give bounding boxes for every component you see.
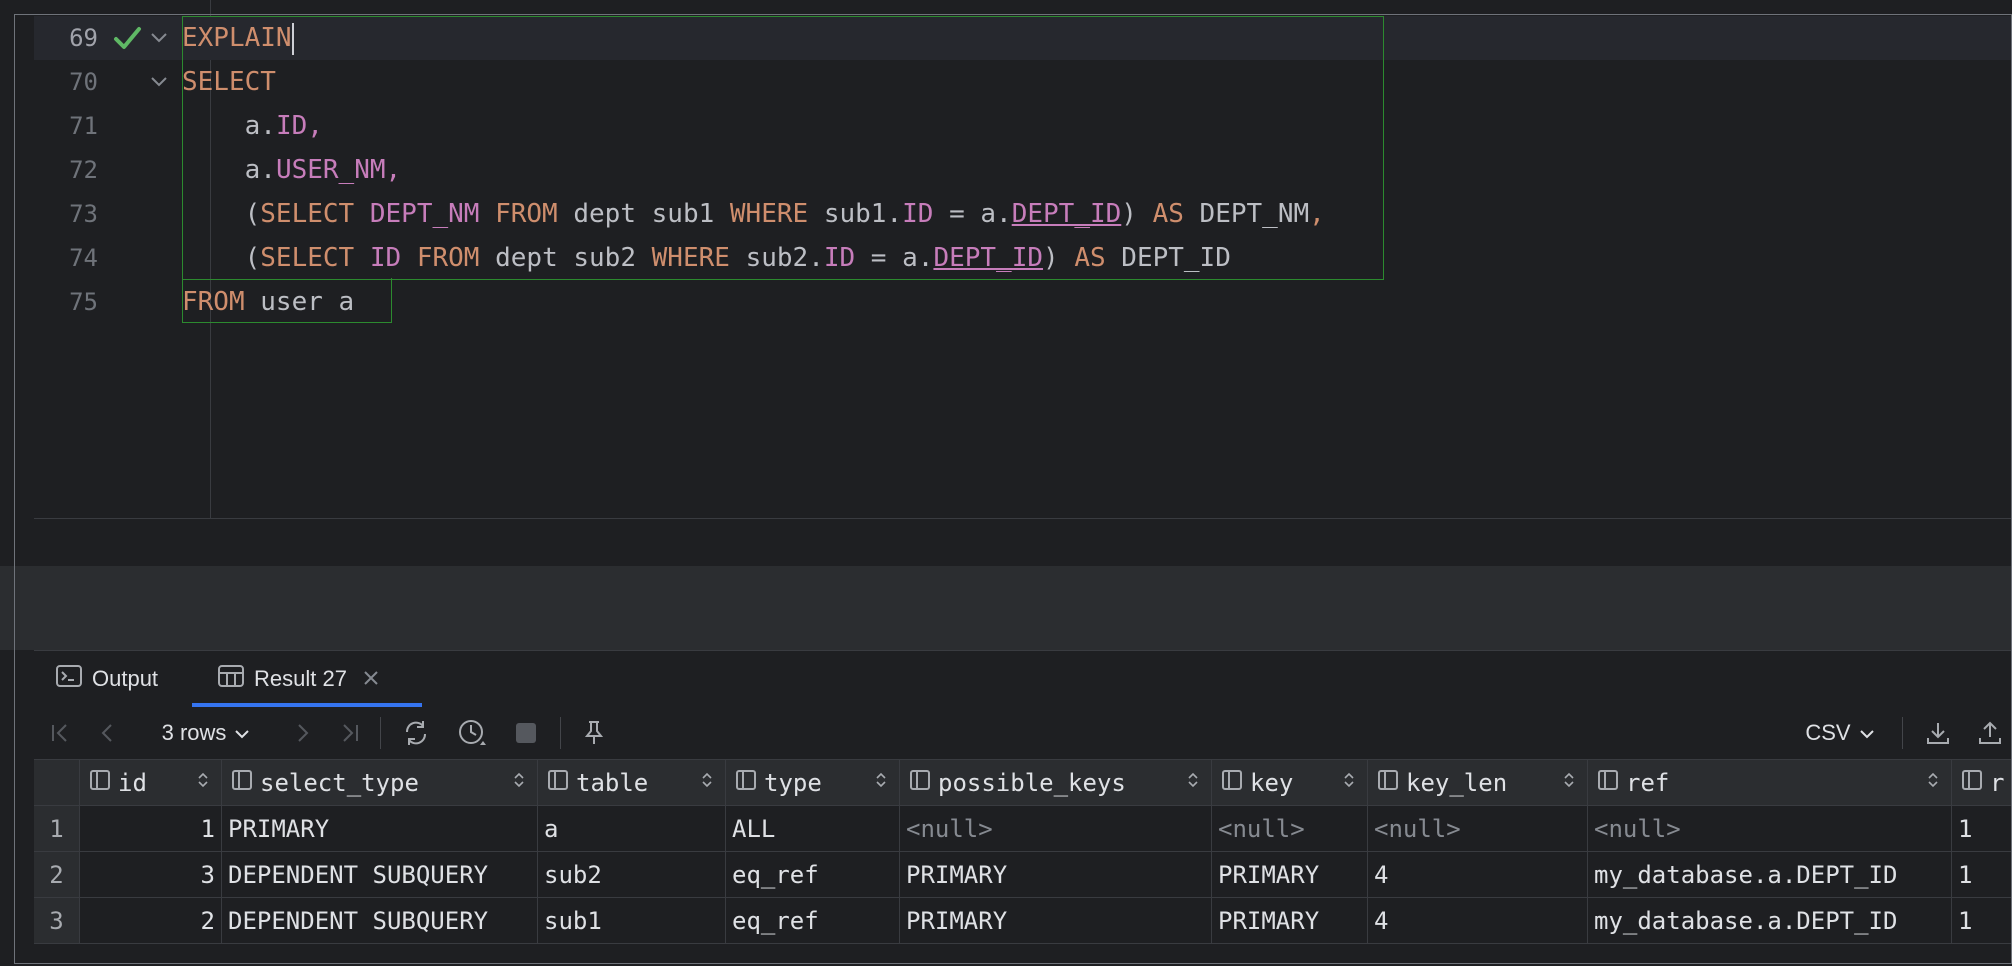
table-cell[interactable]: 2 [80,898,222,944]
table-cell[interactable]: eq_ref [726,898,900,944]
column-icon [1598,770,1618,795]
table-cell[interactable]: PRIMARY [1212,852,1368,898]
table-cell[interactable]: 3 [80,852,222,898]
stop-icon[interactable] [506,707,546,759]
column-header-possible-keys[interactable]: possible_keys [900,760,1212,806]
table-cell[interactable]: 1 [1952,898,2012,944]
column-icon [548,770,568,795]
panel-splitter[interactable] [0,566,2012,650]
column-header-type[interactable]: type [726,760,900,806]
sort-icon[interactable] [1187,771,1199,794]
sort-icon[interactable] [1927,771,1939,794]
table-cell[interactable]: DEPENDENT SUBQUERY [222,898,538,944]
row-number[interactable]: 2 [34,852,80,898]
sort-icon[interactable] [875,771,887,794]
line-number: 72 [69,156,98,184]
last-page-icon[interactable] [332,707,368,759]
table-cell[interactable]: 1 [80,806,222,852]
toolbar-separator [1902,717,1903,749]
table-cell[interactable]: 4 [1368,852,1588,898]
row-number[interactable]: 3 [34,898,80,944]
line-number: 75 [69,288,98,316]
column-icon [232,770,252,795]
pin-icon[interactable] [574,707,614,759]
table-cell[interactable]: my_database.a.DEPT_ID [1588,852,1952,898]
column-icon [90,770,110,795]
table-cell[interactable]: a [538,806,726,852]
line-number: 70 [69,68,98,96]
table-cell[interactable]: sub2 [538,852,726,898]
download-icon[interactable] [1918,707,1958,759]
table-cell[interactable]: PRIMARY [900,852,1212,898]
column-header-ref[interactable]: ref [1588,760,1952,806]
table-cell[interactable]: <null> [1588,806,1952,852]
next-page-icon[interactable] [284,707,320,759]
column-header-table[interactable]: table [538,760,726,806]
column-header-rows[interactable]: r [1952,760,2012,806]
chevron-down-icon [1859,720,1875,746]
tab-result-27[interactable]: Result 27 [218,651,379,707]
table-cell[interactable]: ALL [726,806,900,852]
sort-icon[interactable] [1563,771,1575,794]
refresh-icon[interactable] [396,707,436,759]
table-icon [218,665,244,693]
tab-output[interactable]: Output [56,651,158,707]
line-number: 73 [69,200,98,228]
statement-outline [182,16,1384,280]
table-cell[interactable]: PRIMARY [1212,898,1368,944]
table-cell[interactable]: 1 [1952,852,2012,898]
table-cell[interactable]: <null> [1212,806,1368,852]
execution-success-icon [112,16,144,60]
table-cell[interactable]: 1 [1952,806,2012,852]
table-cell[interactable]: 4 [1368,898,1588,944]
upload-icon[interactable] [1970,707,2010,759]
sort-icon[interactable] [197,771,209,794]
sql-editor[interactable]: 69 EXPLAIN 70 SELECT 71 a.ID, 72 a.USER_… [34,0,2012,518]
table-cell[interactable]: DEPENDENT SUBQUERY [222,852,538,898]
results-toolbar: 3 rows CSV [34,707,2012,760]
statement-outline-tail [182,278,392,323]
sort-icon[interactable] [1343,771,1355,794]
fold-chevron-icon[interactable] [148,16,172,60]
table-cell[interactable]: PRIMARY [222,806,538,852]
toolbar-separator [560,717,561,749]
table-cell[interactable]: <null> [1368,806,1588,852]
column-icon [736,770,756,795]
column-header-id[interactable]: id [80,760,222,806]
column-icon [1962,770,1982,795]
table-cell[interactable]: eq_ref [726,852,900,898]
column-header-key[interactable]: key [1212,760,1368,806]
sort-icon[interactable] [701,771,713,794]
row-number[interactable]: 1 [34,806,80,852]
table-cell[interactable]: sub1 [538,898,726,944]
line-number: 74 [69,244,98,272]
results-tab-bar: Output Result 27 [34,650,2012,707]
chevron-down-icon [234,720,250,746]
rows-count-dropdown[interactable]: 3 rows [146,707,266,759]
table-cell[interactable]: my_database.a.DEPT_ID [1588,898,1952,944]
result-grid: id select_type table type possible_keys … [34,760,2012,950]
sort-icon[interactable] [513,771,525,794]
close-tab-icon[interactable] [363,666,379,692]
export-format-dropdown[interactable]: CSV [1798,707,1882,759]
toolbar-separator [380,717,381,749]
first-page-icon[interactable] [42,707,78,759]
line-number: 69 [69,24,98,52]
fold-chevron-icon[interactable] [148,60,172,104]
table-cell[interactable]: <null> [900,806,1212,852]
line-number: 71 [69,112,98,140]
column-icon [1378,770,1398,795]
table-cell[interactable]: PRIMARY [900,898,1212,944]
column-header-select-type[interactable]: select_type [222,760,538,806]
editor-divider [34,518,2012,519]
grid-corner [34,760,80,806]
terminal-icon [56,665,82,693]
history-icon[interactable] [452,707,492,759]
column-header-key-len[interactable]: key_len [1368,760,1588,806]
previous-page-icon[interactable] [90,707,126,759]
column-icon [1222,770,1242,795]
column-icon [910,770,930,795]
